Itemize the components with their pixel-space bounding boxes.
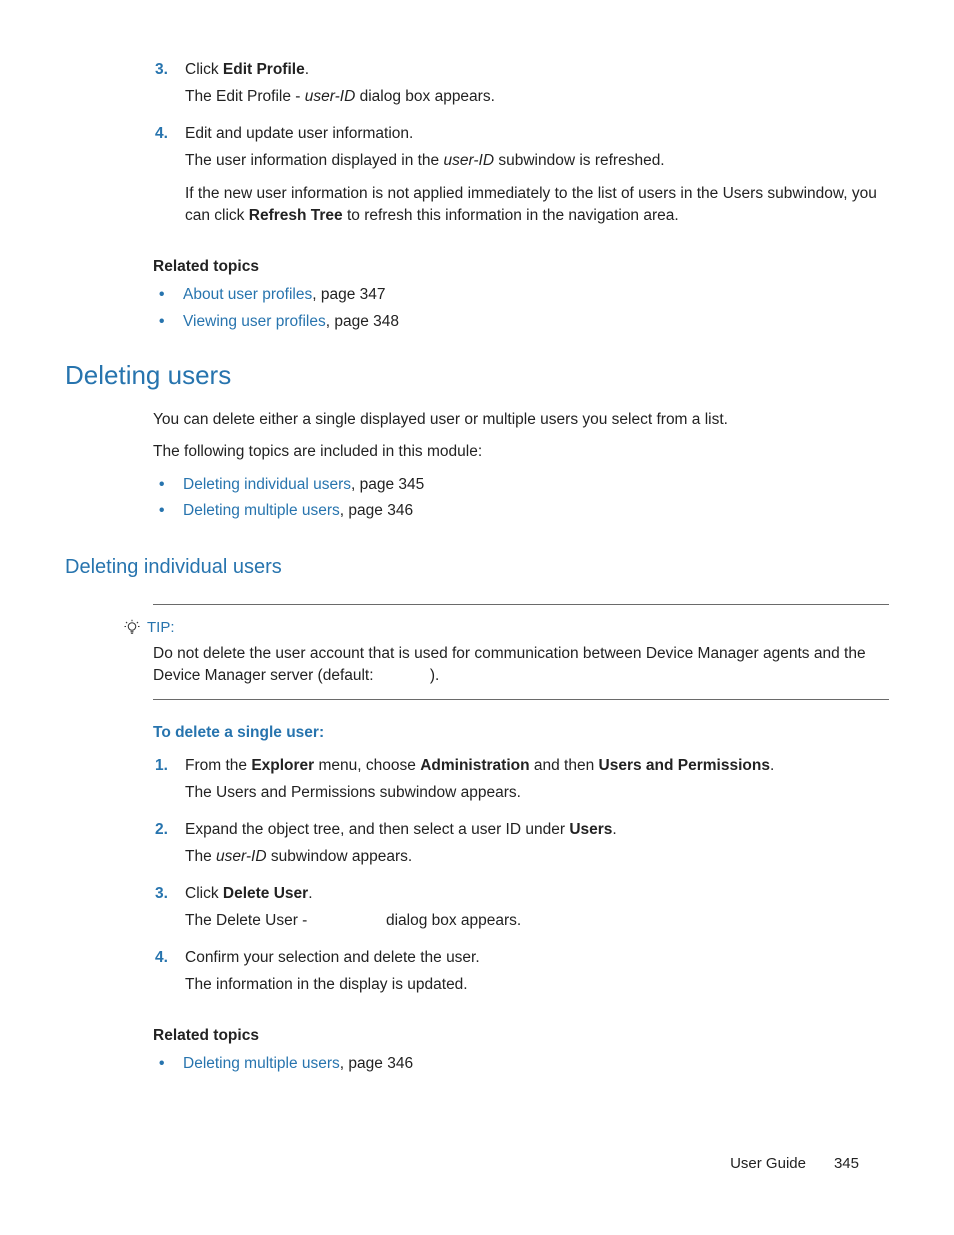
procedure-step-1: 1. From the Explorer menu, choose Admini… — [153, 755, 889, 815]
bullet-icon: • — [153, 500, 183, 522]
related-topics-1: Related topics • About user profiles, pa… — [153, 256, 889, 333]
heading-deleting-individual-users: Deleting individual users — [65, 553, 889, 582]
list-number-3: 3. — [153, 59, 185, 81]
footer-label: User Guide — [730, 1153, 806, 1175]
procedure-step-4: 4. Confirm your selection and delete the… — [153, 947, 889, 1007]
page-number: 345 — [834, 1153, 859, 1175]
step-3: 3. Click Edit Profile. The Edit Profile … — [153, 59, 889, 119]
bullet-icon: • — [153, 474, 183, 496]
document-page: 3. Click Edit Profile. The Edit Profile … — [0, 0, 954, 1235]
procedure-heading: To delete a single user: — [153, 722, 889, 744]
step-4-result-2: If the new user information is not appli… — [185, 183, 889, 228]
step-3-content: Click Edit Profile. The Edit Profile - u… — [185, 59, 889, 119]
list-number-3b: 3. — [153, 883, 185, 905]
procedure-delete-single-user: To delete a single user: 1. From the Exp… — [153, 722, 889, 1075]
link-deleting-multiple-users-2[interactable]: Deleting multiple users — [183, 1055, 340, 1072]
link-viewing-user-profiles[interactable]: Viewing user profiles — [183, 313, 326, 330]
bullet-icon: • — [153, 311, 183, 333]
link-about-user-profiles[interactable]: About user profiles — [183, 286, 312, 303]
list-number-4: 4. — [153, 123, 185, 145]
related-topics-heading-2: Related topics — [153, 1025, 889, 1047]
page-footer: User Guide 345 — [730, 1153, 859, 1175]
link-deleting-individual-users[interactable]: Deleting individual users — [183, 476, 351, 493]
link-deleting-multiple-users[interactable]: Deleting multiple users — [183, 502, 340, 519]
tip-block: TIP: Do not delete the user account that… — [153, 604, 889, 701]
bullet-icon: • — [153, 1053, 183, 1075]
list-number-1: 1. — [153, 755, 185, 777]
related-topics-heading: Related topics — [153, 256, 889, 278]
tip-body: Do not delete the user account that is u… — [153, 643, 889, 688]
tip-container: TIP: Do not delete the user account that… — [153, 604, 889, 701]
bullet-icon: • — [153, 284, 183, 306]
heading-deleting-users: Deleting users — [65, 357, 889, 395]
step-4: 4. Edit and update user information. The… — [153, 123, 889, 238]
tip-label: TIP: — [147, 617, 175, 639]
step-3-result: The Edit Profile - user-ID dialog box ap… — [185, 86, 889, 108]
deleting-users-intro: You can delete either a single displayed… — [153, 409, 889, 523]
list-number-4b: 4. — [153, 947, 185, 969]
list-number-2: 2. — [153, 819, 185, 841]
lightbulb-icon — [123, 619, 141, 637]
step-4-result-1: The user information displayed in the us… — [185, 150, 889, 172]
procedure-step-2: 2. Expand the object tree, and then sele… — [153, 819, 889, 879]
tip-header: TIP: — [123, 617, 889, 639]
step-4-content: Edit and update user information. The us… — [185, 123, 889, 238]
procedure-step-3: 3. Click Delete User. The Delete User - … — [153, 883, 889, 943]
